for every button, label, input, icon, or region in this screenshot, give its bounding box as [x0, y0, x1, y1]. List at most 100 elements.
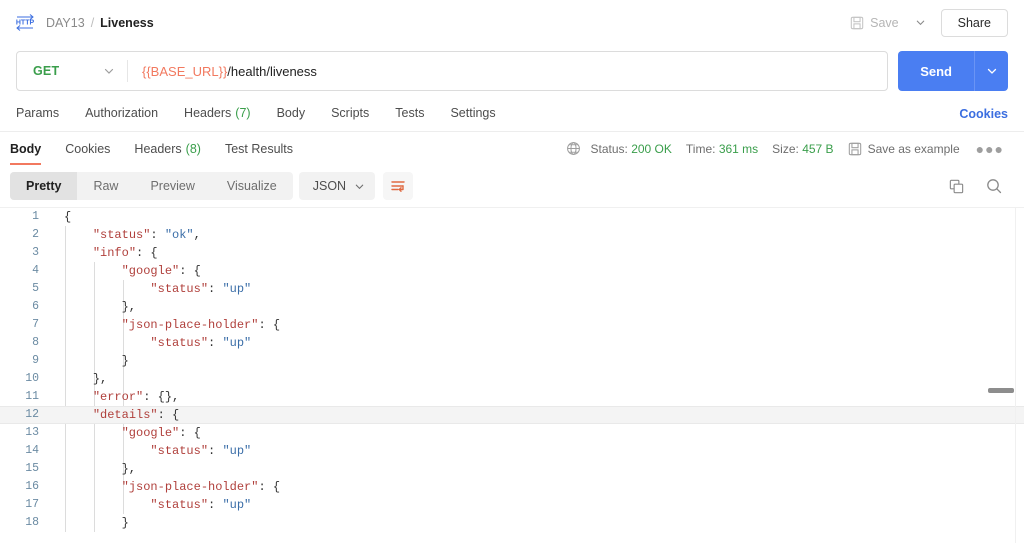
tab-label: Scripts: [331, 106, 370, 120]
json-punctuation: :: [208, 498, 223, 512]
tab-count: (8): [185, 141, 201, 156]
horizontal-scrollbar-thumb[interactable]: [988, 388, 1014, 393]
code-line-text: "status": "up": [50, 334, 1024, 352]
json-punctuation: }: [121, 516, 129, 530]
code-line[interactable]: 16 "json-place-holder": {: [0, 478, 1024, 496]
url-input[interactable]: {{BASE_URL}}/health/liveness: [128, 52, 887, 90]
save-label: Save: [870, 15, 899, 30]
line-number: 2: [32, 228, 39, 241]
format-pretty[interactable]: Pretty: [10, 172, 78, 200]
code-line[interactable]: 13 "google": {: [0, 424, 1024, 442]
code-line[interactable]: 17 "status": "up": [0, 496, 1024, 514]
tab-settings[interactable]: Settings: [450, 106, 495, 122]
json-punctuation: : {: [258, 318, 281, 332]
tab-scripts[interactable]: Scripts: [331, 106, 369, 122]
response-tab-test-results[interactable]: Test Results: [225, 132, 293, 165]
line-number: 15: [25, 462, 39, 475]
tab-headers[interactable]: Headers (7): [184, 106, 251, 122]
code-line[interactable]: 12 "details": {: [0, 406, 1024, 424]
search-icon[interactable]: [980, 172, 1008, 200]
tab-label: Params: [16, 106, 60, 120]
line-number: 8: [32, 336, 39, 349]
size-metric[interactable]: Size: 457 B: [772, 142, 833, 156]
code-line-text: },: [50, 460, 1024, 478]
tab-count: (7): [235, 106, 251, 120]
response-tab-body[interactable]: Body: [10, 132, 42, 165]
request-tabs: Params Authorization Headers (7) Body Sc…: [0, 97, 1024, 132]
json-key: "status": [92, 228, 151, 242]
code-line-text: "status": "up": [50, 280, 1024, 298]
json-punctuation: },: [92, 372, 108, 386]
json-punctuation: :: [208, 444, 223, 458]
code-line[interactable]: 14 "status": "up": [0, 442, 1024, 460]
chevron-down-icon: [103, 65, 115, 77]
response-tab-cookies[interactable]: Cookies: [65, 132, 110, 165]
code-line[interactable]: 9 }: [0, 352, 1024, 370]
format-preview[interactable]: Preview: [134, 172, 210, 200]
json-punctuation: : {: [258, 480, 281, 494]
json-punctuation: :: [208, 282, 223, 296]
line-number: 16: [25, 480, 39, 493]
response-tab-headers[interactable]: Headers (8): [134, 132, 201, 165]
code-line[interactable]: 7 "json-place-holder": {: [0, 316, 1024, 334]
json-key: "status": [150, 498, 209, 512]
code-line-text: "json-place-holder": {: [50, 316, 1024, 334]
code-line[interactable]: 4 "google": {: [0, 262, 1024, 280]
save-as-example-button[interactable]: Save as example: [848, 142, 960, 156]
save-button[interactable]: Save: [842, 11, 907, 35]
send-button[interactable]: Send: [898, 51, 974, 91]
json-key: "status": [150, 282, 209, 296]
json-punctuation: {: [64, 210, 72, 224]
response-body-viewer[interactable]: 1{2 "status": "ok", 3 "info": {4 "google"…: [0, 207, 1024, 543]
code-line-text: "status": "up": [50, 496, 1024, 514]
line-number: 14: [25, 444, 39, 457]
code-line[interactable]: 18 }: [0, 514, 1024, 532]
time-metric[interactable]: Time: 361 ms: [686, 142, 758, 156]
code-line[interactable]: 1{: [0, 208, 1024, 226]
language-label: JSON: [312, 179, 347, 193]
send-dropdown-button[interactable]: [974, 51, 1008, 91]
status-label: Status:: [590, 141, 628, 156]
copy-icon[interactable]: [942, 172, 970, 200]
word-wrap-icon[interactable]: [383, 172, 414, 200]
format-raw[interactable]: Raw: [77, 172, 134, 200]
tab-body[interactable]: Body: [277, 106, 306, 122]
line-number: 4: [32, 264, 39, 277]
line-number: 12: [25, 408, 39, 421]
save-dropdown-button[interactable]: [909, 10, 933, 36]
tab-tests[interactable]: Tests: [395, 106, 424, 122]
code-line-text: "info": {: [50, 244, 1024, 262]
line-number: 5: [32, 282, 39, 295]
code-line[interactable]: 5 "status": "up": [0, 280, 1024, 298]
line-number: 3: [32, 246, 39, 259]
code-line[interactable]: 2 "status": "ok",: [0, 226, 1024, 244]
code-line[interactable]: 6 },: [0, 298, 1024, 316]
code-line-text: }: [50, 514, 1024, 532]
code-line[interactable]: 11 "error": {},: [0, 388, 1024, 406]
language-selector[interactable]: JSON: [298, 172, 376, 200]
tab-authorization[interactable]: Authorization: [85, 106, 158, 122]
json-punctuation: : {: [179, 264, 201, 278]
code-line-text: "json-place-holder": {: [50, 478, 1024, 496]
tab-params[interactable]: Params: [16, 106, 59, 122]
method-selector[interactable]: GET: [17, 52, 127, 90]
line-number: 18: [25, 516, 39, 529]
status-metric[interactable]: Status: 200 OK: [591, 142, 672, 156]
ellipsis-icon[interactable]: ●●●: [972, 141, 1008, 157]
json-key: "error": [92, 390, 144, 404]
line-number: 10: [25, 372, 39, 385]
breadcrumb-collection[interactable]: DAY13: [46, 16, 85, 30]
json-key: "json-place-holder": [121, 480, 259, 494]
json-punctuation: :: [150, 228, 165, 242]
code-line[interactable]: 8 "status": "up": [0, 334, 1024, 352]
cookies-link[interactable]: Cookies: [959, 107, 1008, 121]
share-button[interactable]: Share: [940, 8, 1008, 37]
format-visualize[interactable]: Visualize: [211, 172, 293, 200]
code-line[interactable]: 10 },: [0, 370, 1024, 388]
code-line[interactable]: 3 "info": {: [0, 244, 1024, 262]
tab-label: Headers: [134, 141, 182, 156]
globe-icon[interactable]: [566, 141, 581, 156]
tab-label: Authorization: [85, 106, 159, 120]
code-line[interactable]: 15 },: [0, 460, 1024, 478]
chevron-down-icon: [986, 65, 998, 77]
